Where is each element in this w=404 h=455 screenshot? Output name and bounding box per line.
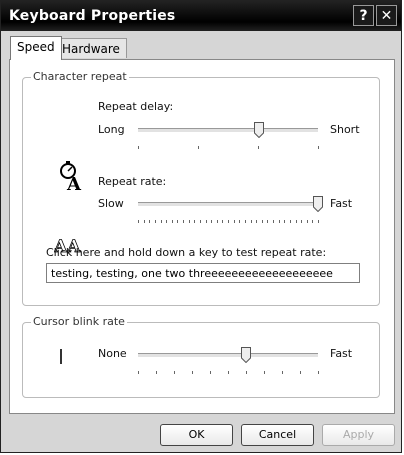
slider-tick [138,146,139,149]
slider-tick [301,220,303,223]
cursor-blink-label: Cursor blink rate [31,315,127,328]
slider-tick [138,371,139,374]
slider-tick [233,220,235,223]
slider-tick [154,220,156,223]
window-title: Keyboard Properties [9,8,176,24]
slider-tick [295,220,297,223]
cursor-blink-group: Cursor blink rate [22,315,380,398]
repeat-rate-label: Repeat rate: [98,175,167,188]
slider-tick [210,371,211,374]
slider-tick [156,371,157,374]
slider-tick [289,220,291,223]
slider-tick [312,220,314,223]
slider-tick [278,220,280,223]
slider-tick [228,371,229,374]
slider-tick [138,220,139,223]
slider-tick [222,220,224,223]
slider-tick [239,220,241,223]
slider-tick [198,146,199,149]
slider-tick [166,220,168,223]
keyboard-properties-window: Keyboard Properties ? ✕ Speed Hardware C… [0,0,402,453]
slider-tick [149,220,151,223]
slider-tick [171,220,173,223]
slider-tick [174,371,175,374]
slider-tick [205,220,207,223]
slider-tick [284,220,286,223]
slider-tick [177,220,179,223]
slider-tick [258,146,259,149]
slider-tick [250,220,252,223]
slider-tick [261,220,263,223]
cursor-blink-right-label: Fast [330,347,353,360]
title-bar[interactable]: Keyboard Properties ? ✕ [1,1,401,31]
cursor-blink-slider-track[interactable] [138,353,318,358]
repeat-delay-label: Repeat delay: [98,100,174,113]
test-repeat-input[interactable]: testing, testing, one two threeeeeeeeeee… [46,263,360,283]
svg-text:A: A [66,174,82,192]
slider-tick [188,220,190,223]
close-button[interactable]: ✕ [376,5,397,26]
slider-tick [256,220,258,223]
slider-tick [192,371,193,374]
text-cursor-icon [60,349,62,364]
speed-tab-panel: Character repeat A Repeat delay: Long Sh… [9,59,395,414]
slider-tick [216,220,218,223]
slider-tick [282,371,283,374]
slider-tick [318,371,319,374]
help-button[interactable]: ? [353,5,374,26]
test-repeat-prompt: Click here and hold down a key to test r… [46,246,327,259]
slider-tick [300,371,301,374]
slider-tick [183,220,184,223]
slider-tick [306,220,308,223]
slider-tick [318,146,319,149]
repeat-delay-slider-track[interactable] [138,128,318,133]
repeat-delay-icon: A [60,161,82,192]
slider-tick [273,220,274,223]
cursor-blink-left-label: None [98,347,127,360]
slider-tick [228,220,229,223]
slider-tick [143,220,145,223]
cancel-button[interactable]: Cancel [241,424,314,446]
slider-tick [199,220,201,223]
repeat-delay-left-label: Long [98,123,125,136]
apply-button[interactable]: Apply [322,424,395,446]
repeat-rate-left-label: Slow [98,197,124,210]
repeat-rate-right-label: Fast [330,197,353,210]
slider-tick [267,220,269,223]
slider-tick [160,220,162,223]
slider-tick [246,371,247,374]
slider-tick [264,371,265,374]
slider-tick [194,220,196,223]
repeat-delay-slider-thumb[interactable] [253,122,264,138]
slider-tick [211,220,213,223]
tab-speed[interactable]: Speed [10,36,62,60]
repeat-delay-right-label: Short [330,123,360,136]
slider-tick [318,220,319,223]
repeat-rate-slider-track[interactable] [138,202,318,207]
ok-button[interactable]: OK [160,424,233,446]
character-repeat-label: Character repeat [31,70,129,83]
repeat-rate-slider-thumb[interactable] [313,196,323,212]
cursor-blink-slider-thumb[interactable] [241,347,251,363]
tab-hardware[interactable]: Hardware [55,38,127,58]
slider-tick [244,220,246,223]
